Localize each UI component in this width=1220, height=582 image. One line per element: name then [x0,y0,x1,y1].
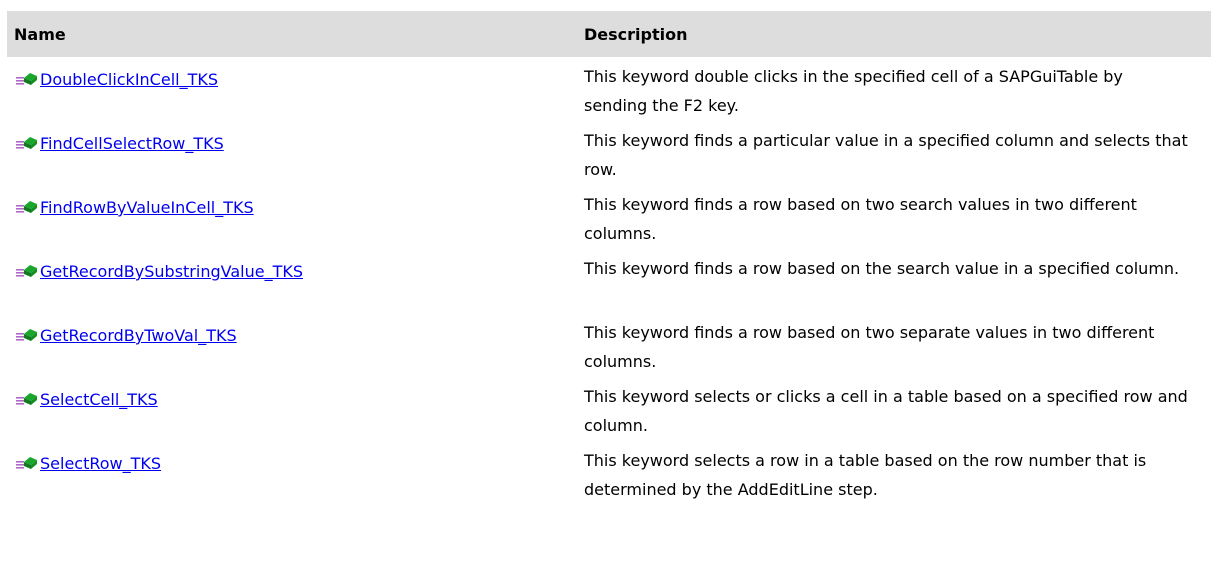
description-cell: This keyword selects a row in a table ba… [584,451,1147,499]
name-cell: GetRecordBySubstringValue_TKS [7,249,577,313]
description-cell: This keyword finds a row based on two se… [584,195,1137,243]
table-row: DoubleClickInCell_TKS This keyword doubl… [7,57,1211,121]
public-method-icon [16,137,37,149]
description-cell: This keyword double clicks in the specif… [584,67,1123,115]
name-cell: SelectRow_TKS [7,441,577,505]
table-row: FindCellSelectRow_TKS This keyword finds… [7,121,1211,185]
name-cell: FindCellSelectRow_TKS [7,121,577,185]
name-cell: GetRecordByTwoVal_TKS [7,313,577,377]
public-method-icon [16,201,37,213]
description-column-header: Description [577,11,1211,57]
public-method-icon [16,393,37,405]
public-method-icon [16,457,37,469]
keyword-link[interactable]: FindRowByValueInCell_TKS [40,198,254,217]
description-cell: This keyword finds a row based on the se… [584,259,1180,278]
table-header-row: Name Description [7,11,1211,57]
keyword-link[interactable]: DoubleClickInCell_TKS [40,70,218,89]
table-row: SelectRow_TKS This keyword selects a row… [7,441,1211,505]
table-row: GetRecordByTwoVal_TKS This keyword finds… [7,313,1211,377]
keyword-link[interactable]: SelectRow_TKS [40,454,161,473]
keyword-link[interactable]: GetRecordByTwoVal_TKS [40,326,237,345]
public-method-icon [16,329,37,341]
members-table: Name Description DoubleClickInCell_TKS T… [7,11,1211,505]
public-method-icon [16,265,37,277]
name-cell: FindRowByValueInCell_TKS [7,185,577,249]
name-cell: SelectCell_TKS [7,377,577,441]
name-column-header: Name [7,11,577,57]
table-body: DoubleClickInCell_TKS This keyword doubl… [7,57,1211,505]
table-row: SelectCell_TKS This keyword selects or c… [7,377,1211,441]
table-row: GetRecordBySubstringValue_TKS This keywo… [7,249,1211,313]
description-cell: This keyword finds a particular value in… [584,131,1188,179]
public-method-icon [16,73,37,85]
table-row: FindRowByValueInCell_TKS This keyword fi… [7,185,1211,249]
keyword-link[interactable]: GetRecordBySubstringValue_TKS [40,262,303,281]
description-cell: This keyword selects or clicks a cell in… [584,387,1188,435]
keyword-link[interactable]: SelectCell_TKS [40,390,158,409]
description-cell: This keyword finds a row based on two se… [584,323,1155,371]
name-cell: DoubleClickInCell_TKS [7,57,577,121]
keyword-link[interactable]: FindCellSelectRow_TKS [40,134,224,153]
